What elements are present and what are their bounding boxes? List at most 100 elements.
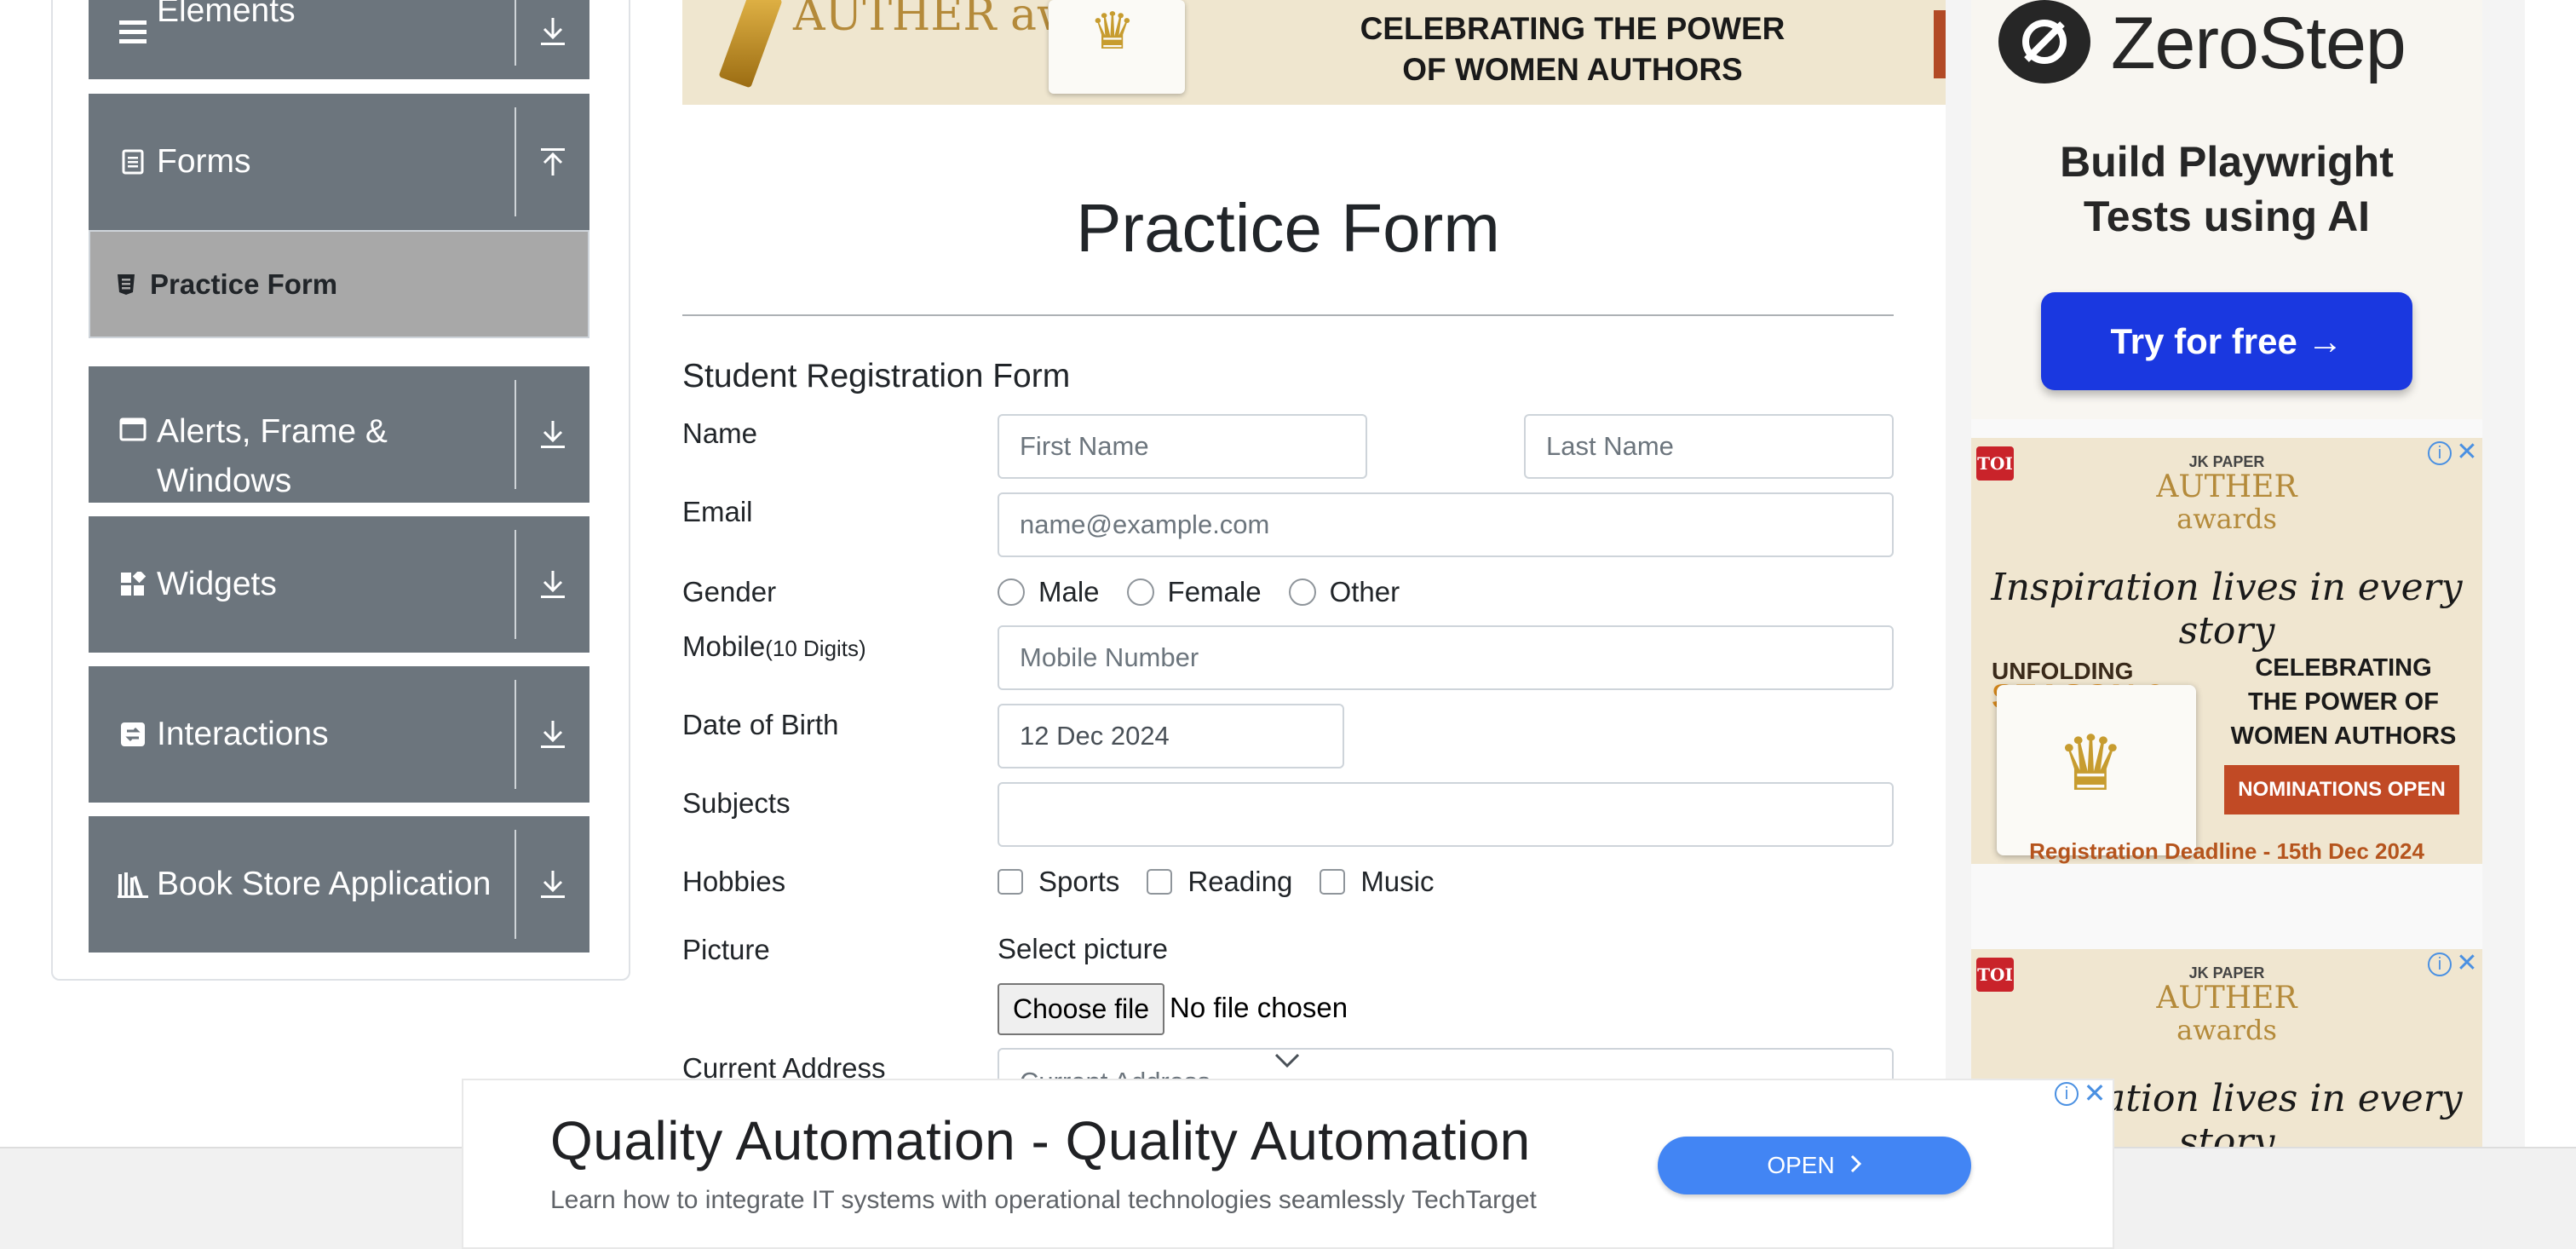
file-status: No file chosen [1170, 992, 1348, 1023]
ad-close-icon[interactable]: ✕ [2082, 1078, 2107, 1108]
email-input[interactable]: name@example.com [998, 492, 1894, 557]
sidebar-group-book-store[interactable]: Book Store Application [89, 816, 589, 953]
choose-file-button[interactable]: Choose file [998, 983, 1164, 1035]
form-heading: Student Registration Form [682, 358, 1071, 394]
ad-accent [1934, 10, 1946, 78]
celebrate-line: CELEBRATING [2255, 654, 2432, 682]
last-name-input[interactable]: Last Name [1524, 414, 1894, 479]
download-arrow-icon[interactable] [516, 366, 589, 503]
ad-sponsor: JK PAPER [2188, 964, 2265, 981]
picture-label: Picture [682, 934, 770, 965]
checkbox-label: Reading [1187, 866, 1293, 897]
hobbies-label: Hobbies [682, 866, 786, 897]
gender-label: Gender [682, 576, 777, 607]
auther-awards-ad[interactable]: TOI i ✕ JK PAPER AUTHER awards Inspirati… [1971, 438, 2482, 864]
sidebar-group-label: Forms [157, 143, 251, 180]
ad-brand: AUTHER [2156, 469, 2297, 504]
sidebar-group-widgets[interactable]: Widgets [89, 516, 589, 653]
checkbox-label: Music [1360, 866, 1435, 897]
hobby-option-sports[interactable]: Sports [998, 866, 1119, 898]
ad-script-text: Inspiration lives in every story [1991, 566, 2463, 653]
zerostep-tagline: Build Playwright Tests using AI [1971, 135, 2482, 244]
registration-deadline: Registration Deadline - 15th Dec 2024 [2029, 838, 2424, 864]
radio-button[interactable] [1288, 578, 1316, 606]
bookshelf-icon [118, 869, 148, 900]
name-label: Name [682, 417, 758, 449]
ad-open-label: OPEN [1767, 1152, 1835, 1178]
dob-label: Date of Birth [682, 709, 839, 740]
top-banner-ad[interactable]: AUTHER awards ♛ CELEBRATING THE POWER OF… [682, 0, 1946, 105]
sidebar-group-label: Widgets [157, 566, 277, 602]
interactions-icon [118, 719, 148, 750]
sidebar-group-label: Book Store Application [157, 866, 492, 902]
ad-headline-line: OF WOMEN AUTHORS [1402, 52, 1743, 87]
celebrate-line: WOMEN AUTHORS [2230, 722, 2457, 750]
hobby-option-reading[interactable]: Reading [1147, 866, 1292, 898]
sidebar-item-practice-form[interactable]: Practice Form [89, 230, 589, 338]
download-arrow-icon[interactable] [516, 816, 589, 953]
window-icon [118, 414, 148, 445]
mobile-label: Mobile(10 Digits) [682, 630, 866, 663]
radio-button[interactable] [1126, 578, 1154, 606]
html5-icon [114, 273, 138, 296]
ad-sponsor: JK PAPER [2188, 453, 2265, 470]
ad-brand-sub: awards [2176, 1014, 2277, 1046]
gender-option-male[interactable]: Male [998, 576, 1100, 608]
radio-label: Female [1167, 576, 1262, 607]
hobby-option-music[interactable]: Music [1320, 866, 1435, 898]
try-for-free-button[interactable]: Try for free → [2041, 292, 2412, 390]
ad-brand: AUTHER [2156, 981, 2297, 1016]
ad-description: Learn how to integrate IT systems with o… [550, 1186, 1537, 1214]
download-arrow-icon[interactable] [516, 516, 589, 653]
ad-title[interactable]: Quality Automation - Quality Automation [550, 1109, 1531, 1172]
page-title: Practice Form [1076, 190, 1500, 266]
sidebar-group-label: Alerts, Frame & Windows [157, 413, 388, 499]
checkbox[interactable] [1147, 869, 1173, 895]
gender-option-other[interactable]: Other [1288, 576, 1400, 608]
sidebar-group-elements[interactable]: Elements [89, 0, 589, 79]
mobile-hint: (10 Digits) [765, 636, 866, 661]
mobile-input[interactable]: Mobile Number [998, 625, 1894, 690]
download-arrow-icon[interactable] [516, 0, 589, 79]
subjects-input[interactable] [998, 782, 1894, 847]
download-arrow-icon[interactable] [516, 666, 589, 803]
gender-radio-group: Male Female Other [998, 576, 1427, 608]
bottom-banner-ad[interactable]: Quality Automation - Quality Automation … [462, 1078, 2114, 1249]
mobile-label-text: Mobile [682, 630, 766, 662]
radio-label: Male [1038, 576, 1100, 607]
zerostep-logo-icon [1998, 0, 2090, 83]
hobbies-checkbox-group: Sports Reading Music [998, 866, 1462, 898]
checkbox-label: Sports [1038, 866, 1120, 897]
sidebar-group-alerts[interactable]: Alerts, Frame & Windows [89, 366, 589, 503]
first-name-input[interactable]: First Name [998, 414, 1367, 479]
zerostep-brand: ZeroStep [2111, 3, 2406, 84]
sidebar-group-interactions[interactable]: Interactions [89, 666, 589, 803]
ad-open-button[interactable]: OPEN [1658, 1137, 1971, 1194]
celebrate-line: THE POWER OF [2248, 688, 2439, 716]
ad-headline-line: CELEBRATING THE POWER [1360, 11, 1785, 46]
radio-label: Other [1329, 576, 1400, 607]
subjects-label: Subjects [682, 787, 791, 819]
sidebar-group-forms[interactable]: Forms [89, 94, 589, 230]
select-picture-label: Select picture [998, 933, 1168, 964]
ad-brand-sub: awards [2176, 503, 2277, 535]
radio-button[interactable] [998, 578, 1025, 606]
dob-input[interactable]: 12 Dec 2024 [998, 704, 1344, 768]
checkbox[interactable] [1320, 869, 1346, 895]
nominations-open-badge[interactable]: NOMINATIONS OPEN [2224, 765, 2459, 814]
ad-headline: CELEBRATING THE POWER OF WOMEN AUTHORS [1334, 9, 1811, 90]
sidebar-item-label: Practice Form [150, 268, 338, 300]
zerostep-ad[interactable]: ZeroStep Build Playwright Tests using AI… [1971, 0, 2482, 419]
gender-option-female[interactable]: Female [1126, 576, 1262, 608]
upload-arrow-icon[interactable] [516, 94, 589, 230]
sidebar-group-label: Interactions [157, 716, 329, 752]
fountain-pen-icon [718, 0, 783, 89]
crown-icon: ♛ [2056, 722, 2125, 807]
checkbox[interactable] [998, 869, 1023, 895]
tagline-line: Build Playwright [2060, 138, 2394, 186]
chevron-right-icon [1850, 1152, 1862, 1179]
tagline-line: Tests using AI [2083, 193, 2371, 240]
ad-info-icon[interactable]: i [2055, 1082, 2079, 1106]
crown-icon: ♛ [1090, 3, 1136, 60]
divider [682, 314, 1894, 316]
